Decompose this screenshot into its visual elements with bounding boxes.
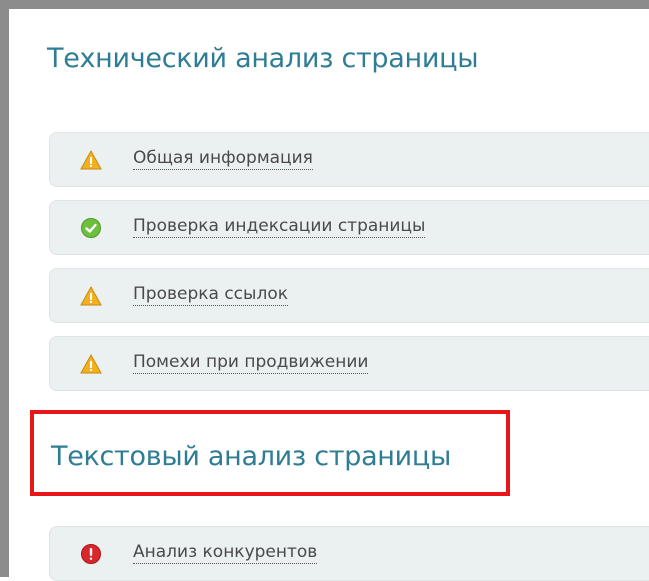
list-item-label[interactable]: Проверка индексации страницы: [133, 216, 426, 238]
check-icon: [81, 218, 101, 238]
list-item-links-check[interactable]: Проверка ссылок: [49, 268, 649, 323]
warning-icon: [80, 353, 102, 374]
warning-icon: [80, 149, 102, 170]
list-item-label[interactable]: Проверка ссылок: [133, 284, 288, 306]
list-item-label[interactable]: Анализ конкурентов: [133, 542, 318, 564]
highlight-annotation-box: [30, 410, 510, 496]
list-item-label[interactable]: Помехи при продвижении: [133, 352, 369, 374]
section-title-technical: Технический анализ страницы: [47, 43, 479, 74]
list-item-competitor-analysis[interactable]: Анализ конкурентов: [49, 526, 649, 581]
list-item-promotion-obstacles[interactable]: Помехи при продвижении: [49, 336, 649, 391]
warning-icon: [80, 285, 102, 306]
list-item-label[interactable]: Общая информация: [133, 148, 313, 170]
error-icon: [81, 544, 101, 564]
list-item-indexing-check[interactable]: Проверка индексации страницы: [49, 200, 649, 255]
list-item-general-info[interactable]: Общая информация: [49, 132, 649, 187]
